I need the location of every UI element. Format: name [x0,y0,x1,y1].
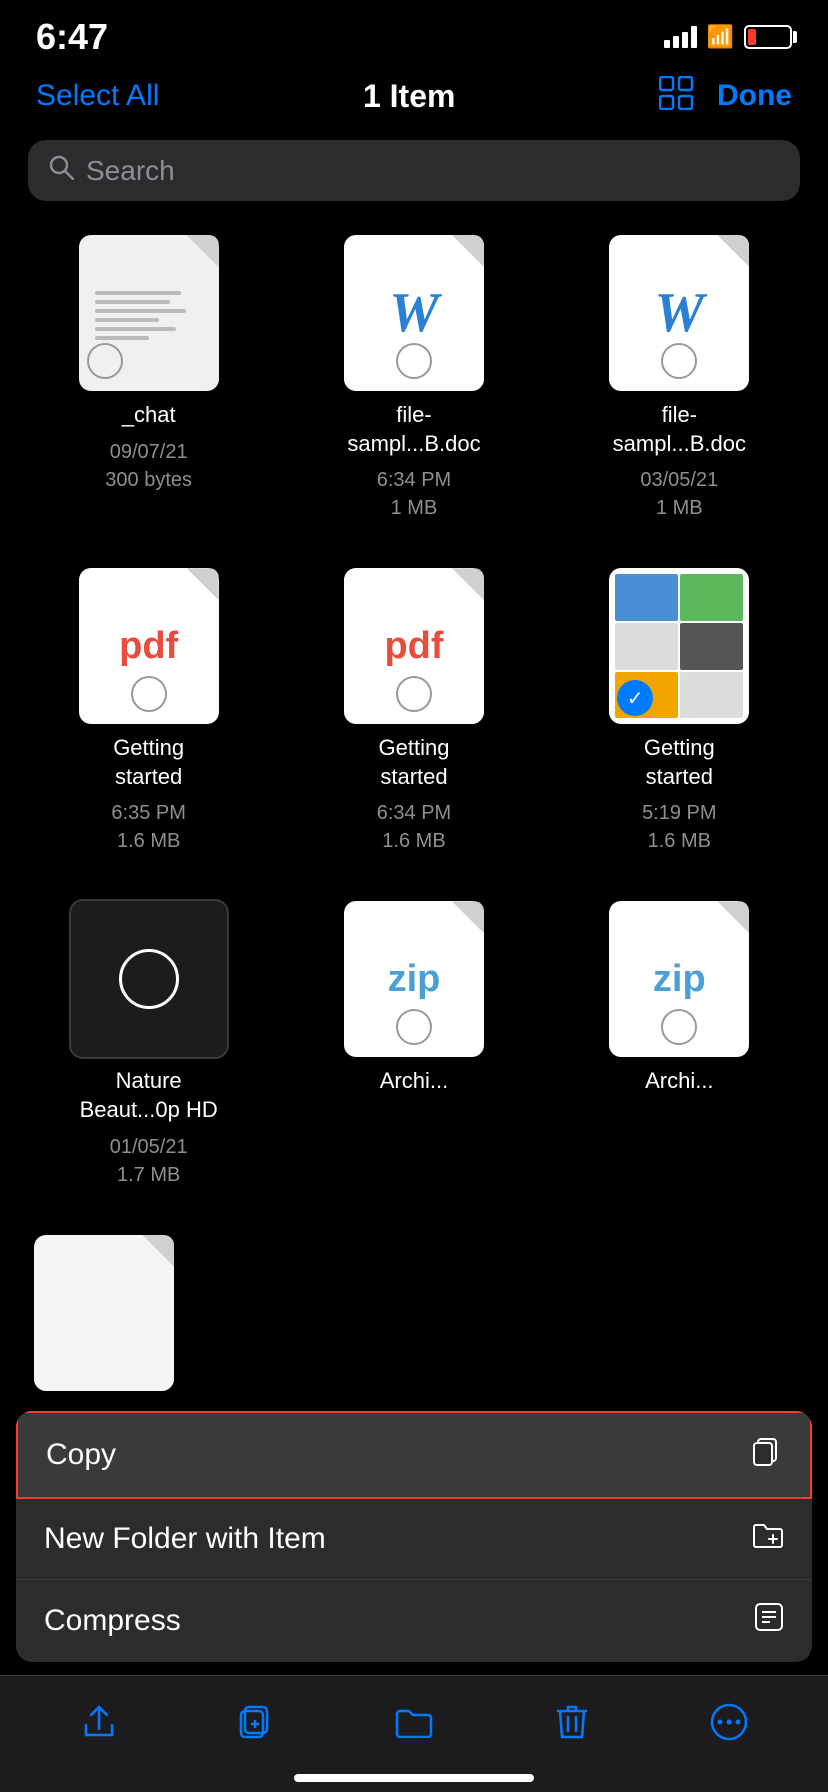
nav-right-actions: Done [659,76,792,117]
search-placeholder: Search [86,155,175,187]
list-item[interactable]: zip Archi... [591,883,767,1208]
page-title: 1 Item [363,78,455,115]
status-time: 6:47 [36,16,108,58]
select-all-button[interactable]: Select All [36,79,159,113]
nav-bar: Select All 1 Item Done [0,60,828,132]
trash-button[interactable] [542,1692,602,1752]
file-name: file-sampl...B.doc [347,401,480,458]
file-name: Archi... [645,1067,713,1096]
file-grid: _chat 09/07/21300 bytes W file-sampl...B… [0,217,828,1413]
file-meta: 6:34 PM1.6 MB [377,799,451,855]
list-item[interactable]: zip Archi... [326,883,502,1208]
folder-button[interactable] [384,1692,444,1752]
file-name: Archi... [380,1067,448,1096]
files-row-3: NatureBeaut...0p HD 01/05/211.7 MB zip A… [16,883,812,1208]
new-folder-icon [752,1521,784,1557]
list-item[interactable]: pdf Gettingstarted 6:35 PM1.6 MB [61,550,237,875]
list-item[interactable]: _chat 09/07/21300 bytes [61,217,237,542]
context-menu-overlay: Copy New Folder with Item Compress [0,1411,828,1662]
compress-icon [754,1602,784,1640]
compress-label: Compress [44,1604,181,1638]
files-row-1: _chat 09/07/21300 bytes W file-sampl...B… [16,217,812,542]
grid-view-button[interactable] [659,76,693,117]
copy-menu-item[interactable]: Copy [16,1411,812,1499]
context-menu: Copy New Folder with Item Compress [16,1411,812,1662]
list-item[interactable]: ✓ Gettingstarted 5:19 PM1.6 MB [591,550,767,875]
file-meta: 6:35 PM1.6 MB [111,799,185,855]
file-meta: 6:34 PM1 MB [377,466,451,522]
list-item[interactable]: NatureBeaut...0p HD 01/05/211.7 MB [61,883,237,1208]
done-button[interactable]: Done [717,79,792,113]
duplicate-button[interactable] [226,1692,286,1752]
list-item[interactable]: W file-sampl...B.doc 03/05/211 MB [591,217,767,542]
share-button[interactable] [69,1692,129,1752]
file-name: file-sampl...B.doc [613,401,746,458]
signal-icon [664,26,697,48]
compress-menu-item[interactable]: Compress [16,1580,812,1662]
home-indicator [294,1774,534,1782]
file-meta: 01/05/211.7 MB [110,1133,188,1189]
file-name: Gettingstarted [113,734,184,791]
more-button[interactable] [699,1692,759,1752]
search-icon [48,154,74,187]
file-meta: 03/05/211 MB [640,466,718,522]
files-row-4 [16,1217,812,1413]
files-row-2: pdf Gettingstarted 6:35 PM1.6 MB pdf Get… [16,550,812,875]
list-item[interactable]: W file-sampl...B.doc 6:34 PM1 MB [326,217,502,542]
status-bar: 6:47 📶 [0,0,828,60]
new-folder-menu-item[interactable]: New Folder with Item [16,1499,812,1580]
list-item[interactable]: pdf Gettingstarted 6:34 PM1.6 MB [326,550,502,875]
copy-icon [750,1435,782,1475]
file-meta: 5:19 PM1.6 MB [642,799,716,855]
new-folder-label: New Folder with Item [44,1522,326,1556]
list-item[interactable] [16,1217,192,1413]
file-meta: 09/07/21300 bytes [105,438,192,494]
file-name: Gettingstarted [379,734,450,791]
search-bar[interactable]: Search [28,140,800,201]
folder-thumb [69,899,229,1059]
status-icons: 📶 [664,24,792,50]
file-name: NatureBeaut...0p HD [80,1067,218,1124]
battery-icon [744,25,792,49]
wifi-icon: 📶 [707,24,734,50]
copy-label: Copy [46,1438,116,1472]
file-name: _chat [122,401,176,430]
file-name: Gettingstarted [644,734,715,791]
